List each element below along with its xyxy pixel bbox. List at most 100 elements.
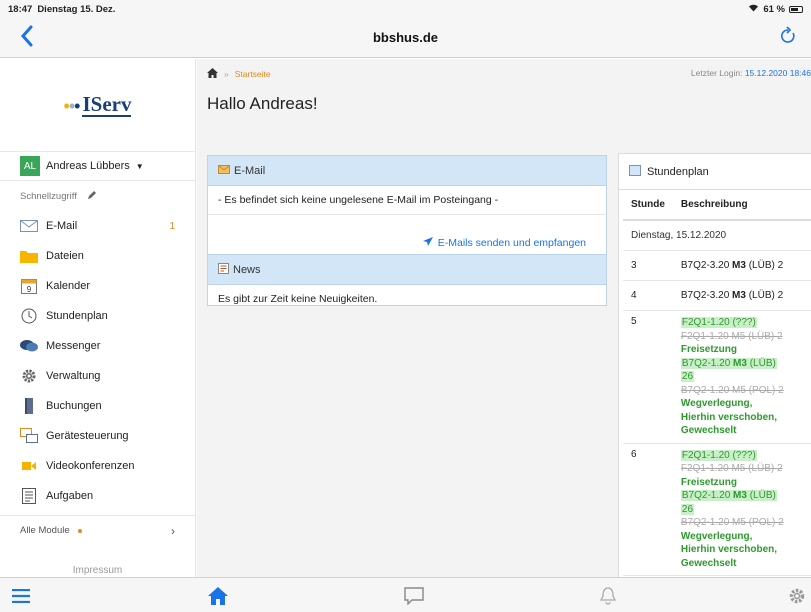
- back-chevron-icon[interactable]: [20, 24, 34, 54]
- email-panel-title: E-Mail: [234, 164, 266, 177]
- envelope-icon: [218, 164, 230, 177]
- menu-icon[interactable]: [10, 586, 32, 606]
- sidebar-item-tasks[interactable]: Aufgaben: [0, 481, 195, 511]
- day-label: Dienstag, 15.12.2020: [623, 220, 811, 251]
- user-menu[interactable]: AL Andreas Lübbers ▼: [0, 151, 195, 181]
- hour-cell: 6: [623, 443, 673, 576]
- all-modules-link[interactable]: Alle Module ›: [0, 515, 195, 545]
- logo-text: IServ: [82, 92, 132, 117]
- lesson-teacher: (LÜB): [746, 357, 776, 369]
- chat-icon[interactable]: [403, 586, 425, 606]
- lesson-substitute: F2Q1-1.20 (???): [680, 449, 757, 461]
- sidebar-item-bookings[interactable]: Buchungen: [0, 391, 195, 421]
- sidebar-item-label: Verwaltung: [46, 370, 101, 382]
- all-modules-label: Alle Module: [20, 525, 70, 536]
- lesson-teacher: (LÜB): [746, 490, 776, 501]
- user-name: Andreas Lübbers: [46, 160, 130, 172]
- lesson-substitute: F2Q1-1.20 (???): [680, 317, 757, 328]
- calendar-icon: 9: [20, 277, 38, 295]
- sidebar-item-label: Kalender: [46, 280, 91, 292]
- clock-icon: [20, 307, 38, 325]
- description-cell: F2Q1-1.20 (???) F2Q1-1.20 M5 (LÜB) 2 Fre…: [672, 310, 811, 444]
- impressum-link[interactable]: Impressum: [0, 565, 195, 576]
- sidebar-item-label: Buchungen: [46, 400, 102, 412]
- status-time: 18:47: [8, 3, 33, 15]
- table-header-row: Stunde Beschreibung: [623, 190, 811, 221]
- battery-percent: 61 %: [763, 3, 785, 15]
- lesson-teacher: (LÜB) 2: [745, 260, 784, 271]
- description-cell: F2Q1-1.20 (???) F2Q1-1.20 M5 (LÜB) 2 Fre…: [672, 443, 811, 576]
- sidebar: ••• IServ AL Andreas Lübbers ▼ Schnellzu…: [0, 59, 196, 577]
- video-icon: [20, 457, 38, 475]
- timetable-header: Stundenplan: [619, 154, 811, 190]
- last-login-label: Letzter Login:: [690, 68, 743, 78]
- unread-badge: 1: [169, 220, 175, 232]
- lesson-text: B7Q2-1.20: [681, 357, 734, 369]
- sidebar-item-label: Videokonferenzen: [46, 460, 135, 472]
- status-bar: 18:47 Dienstag 15. Dez. 61 %: [0, 0, 811, 18]
- table-row: 6 F2Q1-1.20 (???) F2Q1-1.20 M5 (LÜB) 2 F…: [623, 443, 811, 576]
- browser-nav-bar: bbshus.de: [0, 18, 811, 58]
- timetable-icon: [629, 164, 641, 179]
- column-header-description: Beschreibung: [672, 190, 811, 221]
- sidebar-item-files[interactable]: Dateien: [0, 241, 195, 271]
- home-icon[interactable]: [207, 586, 229, 606]
- sidebar-item-timetable[interactable]: Stundenplan: [0, 301, 195, 331]
- table-row: 3 B7Q2-3.20 M3 (LÜB) 2: [623, 250, 811, 281]
- hour-cell: 4: [623, 280, 673, 311]
- chat-icon: [20, 337, 38, 355]
- iserv-logo[interactable]: ••• IServ: [0, 59, 195, 151]
- home-icon[interactable]: [207, 68, 218, 80]
- lesson-note: Gewechselt: [680, 425, 737, 436]
- greeting: Hallo Andreas!: [207, 94, 318, 113]
- bell-icon[interactable]: [597, 586, 619, 606]
- book-icon: [20, 397, 38, 415]
- bottom-tab-bar: [0, 577, 811, 612]
- mail-icon: [20, 217, 38, 235]
- timetable-title: Stundenplan: [647, 165, 709, 178]
- lesson-text: B7Q2-3.20: [680, 260, 733, 271]
- news-panel-header: News: [208, 255, 606, 285]
- gear-icon: [20, 367, 38, 385]
- table-row: 4 B7Q2-3.20 M3 (LÜB) 2: [623, 280, 811, 311]
- gear-icon[interactable]: [786, 586, 808, 606]
- news-panel-title: News: [233, 263, 261, 276]
- sidebar-item-video-conferences[interactable]: Videokonferenzen: [0, 451, 195, 481]
- lesson-note: Gewechselt: [680, 557, 737, 569]
- sidebar-item-label: Gerätesteuerung: [46, 430, 129, 442]
- table-row: 5 F2Q1-1.20 (???) F2Q1-1.20 M5 (LÜB) 2 F…: [623, 310, 811, 444]
- description-cell: B7Q2-3.20 M3 (LÜB) 2: [672, 250, 811, 281]
- lesson-subject: M3: [733, 490, 747, 501]
- device-icon: [20, 427, 38, 445]
- lesson-text: B7Q2-1.20: [681, 490, 734, 501]
- email-panel-header: E-Mail: [208, 156, 606, 186]
- sidebar-item-label: Dateien: [46, 250, 84, 262]
- sidebar-item-admin[interactable]: Verwaltung: [0, 361, 195, 391]
- lesson-cancelled: F2Q1-1.20 M5 (LÜB) 2: [680, 330, 783, 342]
- lesson-room: 26: [680, 503, 695, 515]
- breadcrumb-current[interactable]: Startseite: [235, 69, 271, 79]
- reload-icon[interactable]: [779, 26, 797, 51]
- sidebar-item-messenger[interactable]: Messenger: [0, 331, 195, 361]
- column-header-hour: Stunde: [623, 190, 673, 221]
- timetable-widget: Stundenplan Stunde Beschreibung Dienstag…: [618, 153, 811, 577]
- sidebar-item-email[interactable]: E-Mail 1: [0, 211, 195, 241]
- sidebar-item-calendar[interactable]: 9 Kalender: [0, 271, 195, 301]
- paper-plane-icon: [422, 236, 433, 250]
- battery-icon: [789, 5, 803, 13]
- lesson-teacher: (LÜB) 2: [745, 290, 784, 301]
- breadcrumb: » Startseite: [207, 68, 271, 80]
- sidebar-item-device-control[interactable]: Gerätesteuerung: [0, 421, 195, 451]
- lesson-note: Wegverlegung,: [680, 530, 753, 542]
- pencil-icon[interactable]: [87, 190, 97, 203]
- hour-cell: 5: [623, 310, 673, 444]
- last-login-value[interactable]: 15.12.2020 18:46: [745, 68, 811, 78]
- avatar: AL: [20, 156, 40, 176]
- lesson-note: Hierhin verschoben,: [680, 544, 778, 555]
- lesson-room: 26: [680, 371, 695, 382]
- send-emails-label: E-Mails senden und empfangen: [437, 237, 586, 249]
- logo-dots: •••: [63, 96, 81, 116]
- caret-down-icon: ▼: [135, 161, 144, 171]
- table-row: Dienstag, 15.12.2020: [623, 220, 811, 251]
- calendar-day-number: 9: [27, 285, 32, 294]
